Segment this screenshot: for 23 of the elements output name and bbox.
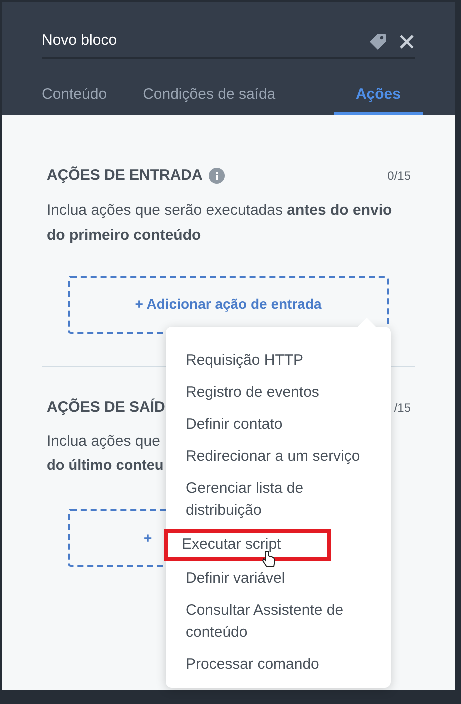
menu-item[interactable]: Consultar Assistente de conteúdo <box>186 595 383 649</box>
menu-item[interactable]: Redirecionar a um serviço <box>186 441 383 473</box>
tag-icon[interactable] <box>369 32 387 50</box>
close-icon[interactable] <box>399 34 415 50</box>
menu-item[interactable]: Processar comando <box>186 649 383 681</box>
info-icon[interactable] <box>208 168 225 184</box>
menu-item[interactable]: Requisição HTTP <box>186 345 383 377</box>
menu-item[interactable]: Gerenciar lista de distribuição <box>186 473 383 527</box>
menu-item[interactable]: Registro de eventos <box>186 377 383 409</box>
menu-item[interactable]: Definir variável <box>186 563 383 595</box>
section-description: Inclua ações que <box>47 432 160 452</box>
menu-item[interactable]: Executar script <box>164 529 331 561</box>
tab[interactable]: Conteúdo <box>30 79 120 115</box>
action-count: /15 <box>394 400 411 417</box>
pointer-cursor-icon <box>262 551 276 569</box>
section-description: Inclua ações que serão executadas antes do envio do primeiro conteúdo <box>47 200 394 246</box>
action-count: 0/15 <box>388 168 411 186</box>
menu-item[interactable]: Definir contato <box>186 409 383 441</box>
section-title: AÇÕES DE SAÍD <box>47 398 166 418</box>
tab[interactable]: Condições de saída <box>131 79 288 115</box>
section-description: do último conteu <box>47 457 164 476</box>
section-title: AÇÕES DE ENTRADA <box>47 166 203 186</box>
block-title[interactable]: Novo bloco <box>42 30 369 53</box>
